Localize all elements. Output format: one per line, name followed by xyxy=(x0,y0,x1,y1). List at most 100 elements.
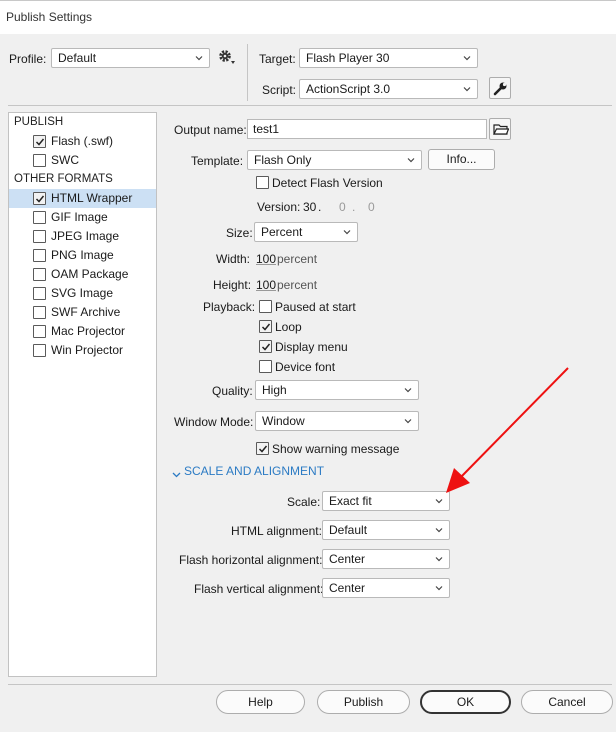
sidebar-item-mac-projector[interactable]: Mac Projector xyxy=(9,322,156,341)
sidebar-item-label: Flash (.swf) xyxy=(51,134,114,148)
toolbar-separator xyxy=(8,105,612,106)
sidebar-item-flash-swf[interactable]: Flash (.swf) xyxy=(9,132,156,151)
sidebar-item-label: SWF Archive xyxy=(51,305,121,319)
display-menu-checkbox[interactable] xyxy=(259,340,272,353)
sidebar-item-swc[interactable]: SWC xyxy=(9,151,156,170)
swf-archive-checkbox[interactable] xyxy=(33,306,46,319)
png-image-checkbox[interactable] xyxy=(33,249,46,262)
profile-value: Default xyxy=(58,51,97,65)
sidebar-item-label: GIF Image xyxy=(51,210,108,224)
version-dot-1: . xyxy=(318,200,322,214)
chevron-down-icon xyxy=(407,156,415,164)
chevron-down-icon xyxy=(463,85,471,93)
playback-label: Playback: xyxy=(203,300,256,314)
other-formats-header: OTHER FORMATS xyxy=(14,173,113,185)
win-projector-checkbox[interactable] xyxy=(33,344,46,357)
svg-image-checkbox[interactable] xyxy=(33,287,46,300)
target-dropdown[interactable]: Flash Player 30 xyxy=(299,48,478,68)
template-label: Template: xyxy=(191,154,244,168)
template-value: Flash Only xyxy=(254,153,312,167)
mac-projector-checkbox[interactable] xyxy=(33,325,46,338)
info-button[interactable]: Info... xyxy=(428,149,495,170)
width-value[interactable]: 100 xyxy=(256,252,276,266)
paused-at-start-checkbox[interactable] xyxy=(259,300,272,313)
scale-value: Exact fit xyxy=(329,494,372,508)
size-label: Size: xyxy=(226,226,253,240)
sidebar-item-png-image[interactable]: PNG Image xyxy=(9,246,156,265)
output-name-input[interactable]: test1 xyxy=(247,119,487,139)
profile-label: Profile: xyxy=(9,52,47,66)
ok-button[interactable]: OK xyxy=(420,690,511,714)
flash-vertical-alignment-label: Flash vertical alignment: xyxy=(194,582,324,596)
jpeg-image-checkbox[interactable] xyxy=(33,230,46,243)
template-dropdown[interactable]: Flash Only xyxy=(247,150,422,170)
window-mode-label: Window Mode: xyxy=(174,415,254,429)
show-warning-checkbox[interactable] xyxy=(256,442,269,455)
scale-label: Scale: xyxy=(287,495,321,509)
sidebar-item-label: Mac Projector xyxy=(51,324,126,338)
sidebar-item-label: OAM Package xyxy=(51,267,129,281)
paused-at-start-label: Paused at start xyxy=(275,300,356,314)
version-label: Version: xyxy=(257,200,301,214)
help-button[interactable]: Help xyxy=(216,690,305,714)
loop-label: Loop xyxy=(275,320,302,334)
footer-separator xyxy=(8,684,612,685)
sidebar-item-label: HTML Wrapper xyxy=(51,191,133,205)
profile-settings-button[interactable] xyxy=(216,46,238,68)
output-name-value: test1 xyxy=(253,122,280,136)
sidebar-item-swf-archive[interactable]: SWF Archive xyxy=(9,303,156,322)
flash-horizontal-alignment-dropdown[interactable]: Center xyxy=(322,549,450,569)
swc-checkbox[interactable] xyxy=(33,154,46,167)
size-dropdown[interactable]: Percent xyxy=(254,222,358,242)
browse-folder-button[interactable] xyxy=(489,118,511,140)
html-alignment-dropdown[interactable]: Default xyxy=(322,520,450,540)
detect-flash-checkbox[interactable] xyxy=(256,176,269,189)
chevron-down-icon xyxy=(404,386,412,394)
scale-section-label: SCALE AND ALIGNMENT xyxy=(184,464,325,478)
oam-package-checkbox[interactable] xyxy=(33,268,46,281)
window-mode-value: Window xyxy=(262,414,305,428)
width-unit: percent xyxy=(277,252,318,266)
profile-dropdown[interactable]: Default xyxy=(51,48,210,68)
actionscript-settings-button[interactable] xyxy=(489,77,511,99)
version-major[interactable]: 30 xyxy=(303,200,316,214)
height-unit: percent xyxy=(277,278,318,292)
toolbar-divider xyxy=(247,44,248,101)
annotation-arrow xyxy=(446,367,569,493)
version-minor[interactable]: 0 xyxy=(339,200,346,214)
height-value[interactable]: 100 xyxy=(256,278,276,292)
cancel-button[interactable]: Cancel xyxy=(521,690,613,714)
device-font-checkbox[interactable] xyxy=(259,360,272,373)
chevron-down-icon xyxy=(343,228,351,236)
device-font-label: Device font xyxy=(275,360,336,374)
gif-image-checkbox[interactable] xyxy=(33,211,46,224)
sidebar-item-oam-package[interactable]: OAM Package xyxy=(9,265,156,284)
sidebar-item-label: SWC xyxy=(51,153,79,167)
chevron-down-icon xyxy=(404,417,412,425)
size-value: Percent xyxy=(261,225,303,239)
window-mode-dropdown[interactable]: Window xyxy=(255,411,419,431)
script-label: Script: xyxy=(262,83,297,97)
target-value: Flash Player 30 xyxy=(306,51,390,65)
sidebar-item-html-wrapper[interactable]: HTML Wrapper xyxy=(9,189,156,208)
html-wrapper-checkbox[interactable] xyxy=(33,192,46,205)
quality-dropdown[interactable]: High xyxy=(255,380,419,400)
chevron-down-icon xyxy=(435,526,443,534)
height-label: Height: xyxy=(213,278,252,292)
version-patch[interactable]: 0 xyxy=(368,200,375,214)
target-label: Target: xyxy=(259,52,296,66)
script-value: ActionScript 3.0 xyxy=(306,82,391,96)
title-bar: Publish Settings xyxy=(0,0,616,34)
script-dropdown[interactable]: ActionScript 3.0 xyxy=(299,79,478,99)
detect-flash-label: Detect Flash Version xyxy=(272,176,383,190)
sidebar-item-svg-image[interactable]: SVG Image xyxy=(9,284,156,303)
flash-vertical-alignment-dropdown[interactable]: Center xyxy=(322,578,450,598)
sidebar-item-gif-image[interactable]: GIF Image xyxy=(9,208,156,227)
width-label: Width: xyxy=(216,252,251,266)
sidebar-item-win-projector[interactable]: Win Projector xyxy=(9,341,156,360)
sidebar-item-jpeg-image[interactable]: JPEG Image xyxy=(9,227,156,246)
publish-button[interactable]: Publish xyxy=(317,690,410,714)
flash-swf-checkbox[interactable] xyxy=(33,135,46,148)
loop-checkbox[interactable] xyxy=(259,320,272,333)
sidebar-item-label: Win Projector xyxy=(51,343,124,357)
